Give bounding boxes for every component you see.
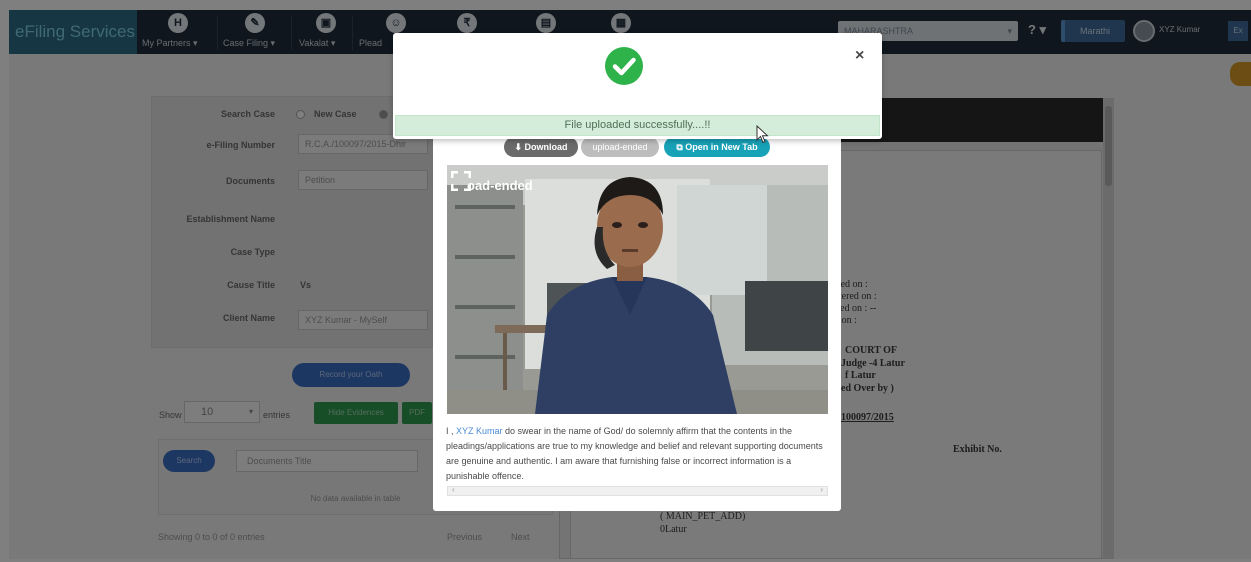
upload-success-alert: × File uploaded successfully....!! [393,33,882,139]
download-button[interactable]: ⬇ Download [504,137,578,157]
oath-video-modal: ⬇ Download upload-ended ⧉ Open in New Ta… [433,130,841,511]
close-icon[interactable]: × [855,47,864,65]
video-status-overlay: oad-ended [467,178,533,193]
checkmark-icon [612,57,636,76]
oath-prefix: I , [446,426,457,436]
scroll-left-icon[interactable]: ‹ [452,485,455,494]
oath-client-name: XYZ Kumar [456,426,503,436]
download-icon: ⬇ [514,142,525,152]
oath-body: do swear in the name of God/ do solemnly… [446,426,823,481]
oath-text: I , XYZ Kumar do swear in the name of Go… [446,424,830,484]
scroll-right-icon[interactable]: › [820,485,823,494]
oath-horizontal-scrollbar[interactable]: ‹ › [447,485,828,496]
open-new-tab-button[interactable]: ⧉ Open in New Tab [664,137,770,157]
success-check-icon [605,47,643,85]
mouse-pointer-icon [756,125,769,144]
oath-video[interactable]: oad-ended [447,165,828,414]
upload-status-badge: upload-ended [581,137,659,157]
success-message: File uploaded successfully....!! [395,115,880,136]
video-frame [447,165,828,414]
open-new-tab-label: Open in New Tab [685,142,758,152]
screen: eFiling Services H My Partners ▾ ✎ Case … [0,0,1251,562]
external-link-icon: ⧉ [676,142,686,152]
download-label: Download [524,142,568,152]
